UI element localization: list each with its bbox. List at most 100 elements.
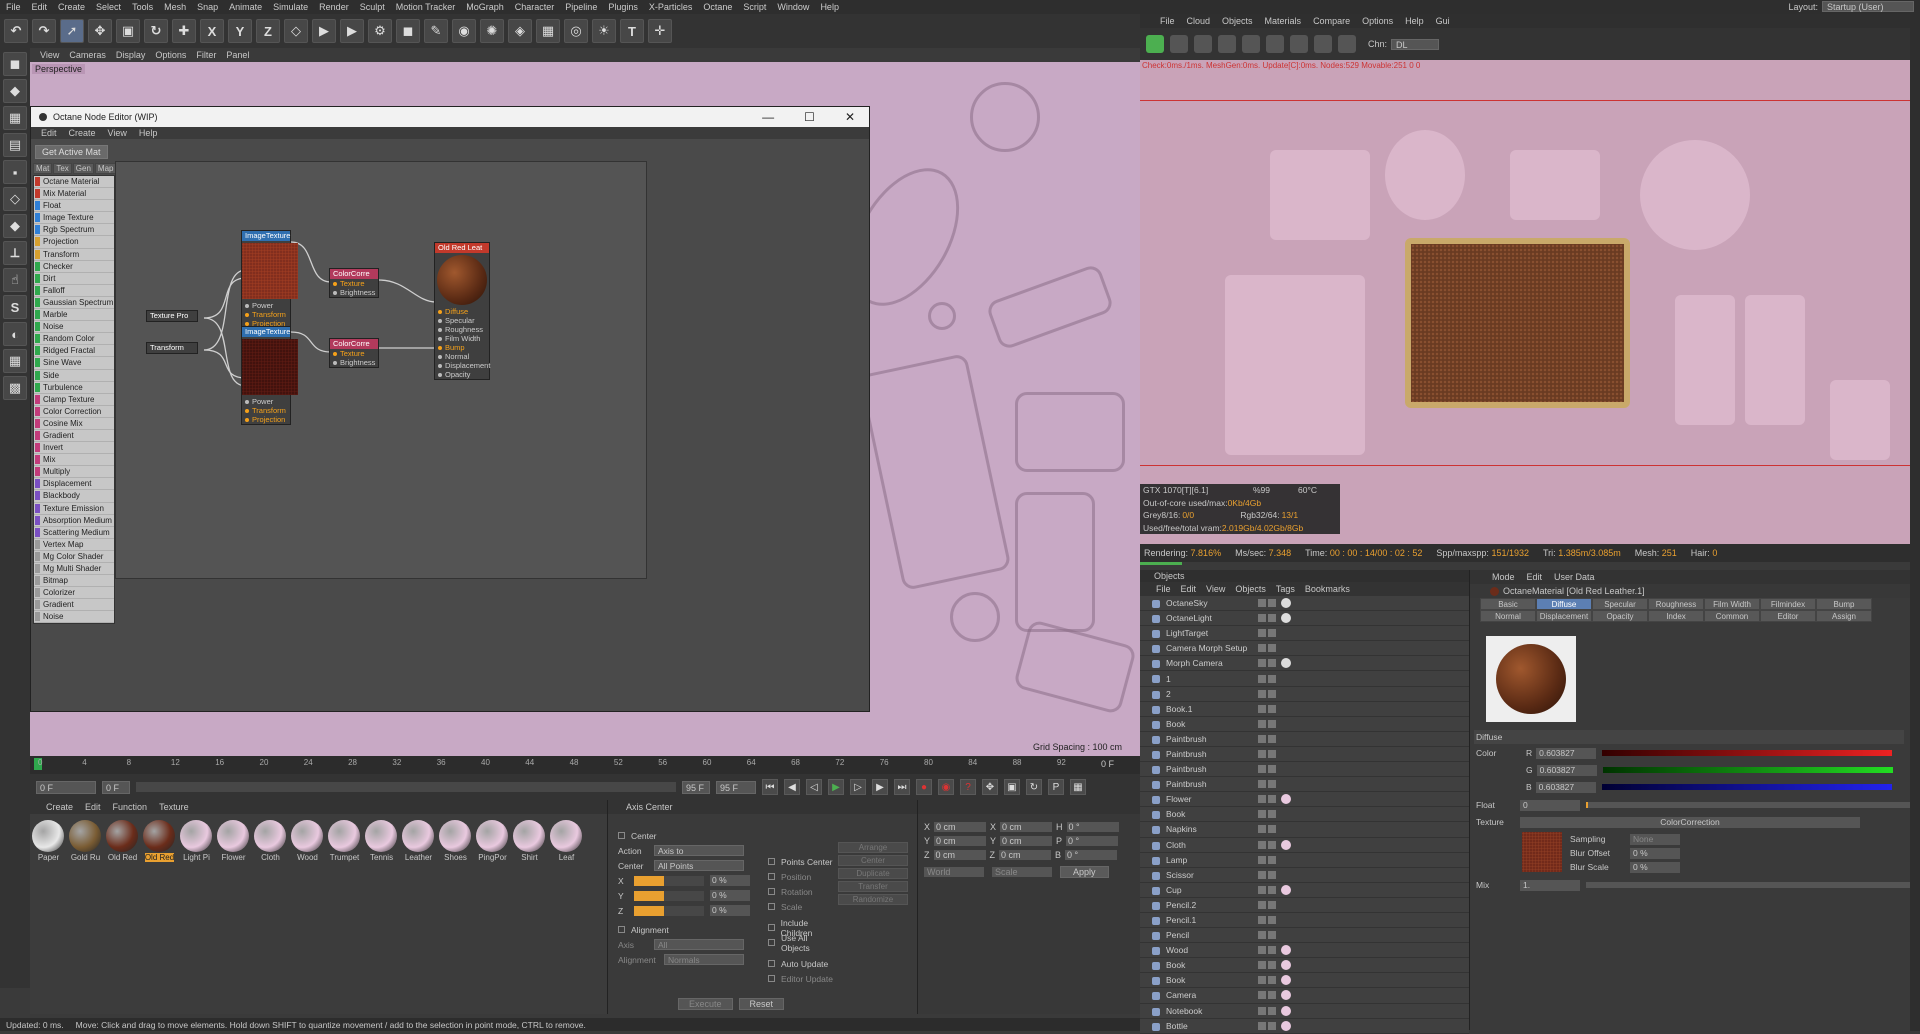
material-tag-icon[interactable]: [1281, 884, 1291, 895]
attribute-tab-filmindex[interactable]: Filmindex: [1760, 598, 1816, 610]
position-checkbox[interactable]: [768, 873, 775, 880]
visibility-editor-toggle[interactable]: [1258, 885, 1266, 894]
record-icon[interactable]: ●: [916, 779, 932, 795]
node-type-item[interactable]: Vertex Map: [34, 538, 114, 551]
node-type-item[interactable]: Color Correction: [34, 405, 114, 418]
visibility-editor-toggle[interactable]: [1258, 780, 1266, 789]
live-viewer-menu-compare[interactable]: Compare: [1313, 16, 1350, 26]
object-row[interactable]: Bottle: [1140, 1018, 1469, 1034]
visibility-editor-toggle[interactable]: [1258, 795, 1266, 804]
live-viewer-menu-help[interactable]: Help: [1405, 16, 1424, 26]
range-end-field[interactable]: 95 F: [682, 780, 710, 794]
points-center-checkbox[interactable]: [768, 858, 775, 865]
cc2-port-brightness[interactable]: Brightness: [330, 358, 378, 367]
tex2-port-projection[interactable]: Projection: [242, 415, 290, 424]
key-pla-icon[interactable]: ▦: [1070, 779, 1086, 795]
node-type-item[interactable]: Projection: [34, 236, 114, 249]
color-correction-node-2[interactable]: ColorCorre Texture Brightness: [329, 338, 379, 368]
visibility-render-toggle[interactable]: [1268, 689, 1276, 698]
menu-mograph[interactable]: MoGraph: [466, 2, 504, 12]
add-icon[interactable]: ✛: [648, 19, 672, 43]
axis-dropdown[interactable]: All: [654, 939, 744, 950]
visibility-editor-toggle[interactable]: [1258, 855, 1266, 864]
object-row[interactable]: Cup: [1140, 882, 1469, 898]
next-key-icon[interactable]: ▶: [872, 779, 888, 795]
node-type-item[interactable]: Sine Wave: [34, 357, 114, 370]
visibility-render-toggle[interactable]: [1268, 810, 1276, 819]
material-tag-icon[interactable]: [1281, 1005, 1291, 1016]
auto-update-checkbox[interactable]: [768, 960, 775, 967]
visibility-render-toggle[interactable]: [1268, 961, 1276, 970]
keyframe-help-icon[interactable]: ?: [960, 779, 976, 795]
menu-x-particles[interactable]: X-Particles: [649, 2, 693, 12]
attribute-tab-bump[interactable]: Bump: [1816, 598, 1872, 610]
objects-menu-tags[interactable]: Tags: [1276, 584, 1295, 594]
material-item[interactable]: Light Pi: [180, 820, 213, 862]
editor-update-checkbox[interactable]: [768, 975, 775, 982]
viewport-menu-view[interactable]: View: [40, 50, 59, 60]
node-type-item[interactable]: Image Texture: [34, 212, 114, 225]
live-viewer-menu-materials[interactable]: Materials: [1265, 16, 1302, 26]
axis-x-button[interactable]: X: [200, 19, 224, 43]
visibility-render-toggle[interactable]: [1268, 599, 1276, 608]
apply-button[interactable]: Apply: [1060, 866, 1109, 878]
live-viewer-menu-file[interactable]: File: [1160, 16, 1175, 26]
material-tag-icon[interactable]: [1281, 839, 1291, 850]
visibility-render-toggle[interactable]: [1268, 704, 1276, 713]
object-row[interactable]: Paintbrush: [1140, 731, 1469, 747]
visibility-render-toggle[interactable]: [1268, 1006, 1276, 1015]
size-z-field[interactable]: 0 cm: [999, 850, 1051, 860]
restart-icon[interactable]: [1170, 35, 1188, 53]
object-row[interactable]: Notebook: [1140, 1003, 1469, 1019]
y-value-field[interactable]: 0 %: [710, 890, 750, 901]
axis-y-button[interactable]: Y: [228, 19, 252, 43]
menu-octane[interactable]: Octane: [703, 2, 732, 12]
attribute-tab-diffuse[interactable]: Diffuse: [1536, 598, 1592, 610]
visibility-render-toggle[interactable]: [1268, 885, 1276, 894]
object-row[interactable]: Camera Morph Setup: [1140, 641, 1469, 657]
visibility-editor-toggle[interactable]: [1258, 946, 1266, 955]
axis-center-duplicate-button[interactable]: Duplicate: [838, 868, 908, 879]
menu-animate[interactable]: Animate: [229, 2, 262, 12]
viewport-menu-cameras[interactable]: Cameras: [69, 50, 106, 60]
node-type-item[interactable]: Checker: [34, 260, 114, 273]
object-row[interactable]: 2: [1140, 686, 1469, 702]
attribute-tab-index[interactable]: Index: [1648, 610, 1704, 622]
visibility-render-toggle[interactable]: [1268, 795, 1276, 804]
node-type-item[interactable]: Mg Color Shader: [34, 550, 114, 563]
coord-space-dropdown[interactable]: World: [924, 867, 984, 877]
camera-icon[interactable]: ◎: [564, 19, 588, 43]
x-value-field[interactable]: 0 %: [710, 875, 750, 886]
menu-simulate[interactable]: Simulate: [273, 2, 308, 12]
range-slider[interactable]: [136, 782, 676, 792]
scale-checkbox[interactable]: [768, 903, 775, 910]
object-row[interactable]: Paintbrush: [1140, 762, 1469, 778]
menu-file[interactable]: File: [6, 2, 21, 12]
points-mode-icon[interactable]: ▪: [3, 160, 27, 184]
cube-icon[interactable]: ◼: [396, 19, 420, 43]
visibility-render-toggle[interactable]: [1268, 946, 1276, 955]
visibility-editor-toggle[interactable]: [1258, 931, 1266, 940]
material-item[interactable]: Paper: [32, 820, 65, 862]
attributes-menu-user-data[interactable]: User Data: [1554, 572, 1595, 582]
octane-node-editor-window[interactable]: Octane Node Editor (WIP) — ☐ ✕ Edit Creat…: [30, 106, 870, 712]
texture-slot[interactable]: ColorCorrection: [1520, 816, 1860, 828]
axis-center-transfer-button[interactable]: Transfer: [838, 881, 908, 892]
maximize-icon[interactable]: ☐: [804, 110, 815, 124]
node-type-item[interactable]: Noise: [34, 611, 114, 624]
start-frame-field[interactable]: 0 F: [36, 780, 96, 794]
image-texture-node-2[interactable]: ImageTexture Power Transform Projection: [241, 326, 298, 425]
subdivision-icon[interactable]: ◉: [452, 19, 476, 43]
attribute-tab-normal[interactable]: Normal: [1480, 610, 1536, 622]
rotation-checkbox[interactable]: [768, 888, 775, 895]
material-picker-icon[interactable]: [1290, 35, 1308, 53]
menu-render[interactable]: Render: [319, 2, 349, 12]
menu-script[interactable]: Script: [743, 2, 766, 12]
attribute-tab-roughness[interactable]: Roughness: [1648, 598, 1704, 610]
key-param-icon[interactable]: P: [1048, 779, 1064, 795]
focus-picker-icon[interactable]: [1314, 35, 1332, 53]
action-dropdown[interactable]: Axis to: [654, 845, 744, 856]
node-type-item[interactable]: Gradient: [34, 599, 114, 612]
size-y-field[interactable]: 0 cm: [1000, 836, 1053, 846]
float-field[interactable]: 0: [1520, 799, 1580, 811]
